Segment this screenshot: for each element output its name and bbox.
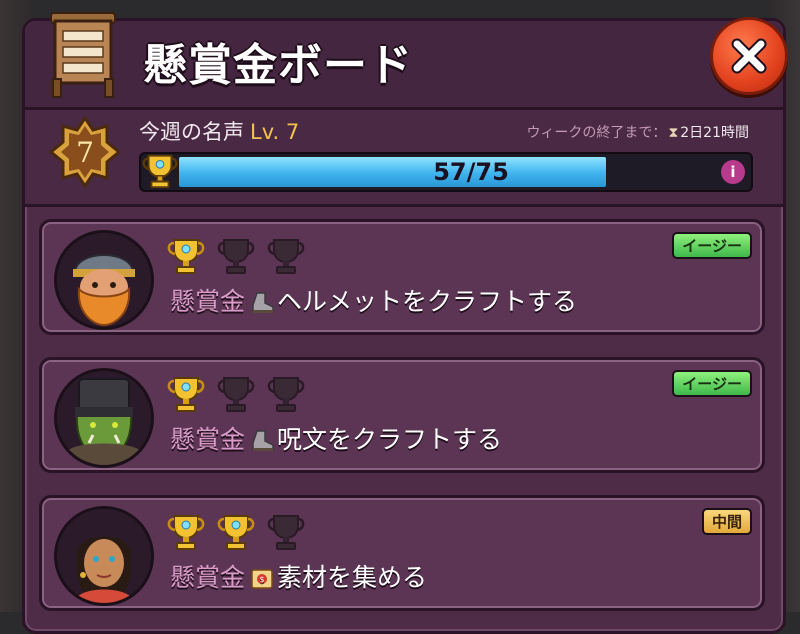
trophy-earned-icon	[167, 377, 205, 412]
difficulty-badge: イージー	[672, 370, 752, 397]
trophy-earned-icon	[167, 515, 205, 550]
weekly-fame-text: 今週の名声	[139, 120, 244, 144]
scroll-icon: $	[249, 567, 275, 591]
trophy-empty-icon	[267, 239, 305, 274]
page-title: 懸賞金ボード	[143, 40, 413, 91]
bounty-task: 懸賞金 ヘルメットをクラフトする	[170, 282, 577, 318]
close-button[interactable]	[710, 17, 788, 95]
bounty-list: イージー 懸賞金 ヘルメットをクラフトする イージー 懸賞金 呪文をクラフトする 中…	[39, 219, 769, 633]
difficulty-badge: 中間	[701, 508, 752, 535]
fame-progress-bar: 57/75 i	[139, 152, 753, 192]
trophy-empty-icon	[267, 377, 305, 412]
trophy-earned-icon	[167, 239, 205, 274]
bounty-task-text: 呪文をクラフトする	[277, 425, 503, 454]
weekly-fame-level: Lv. 7	[250, 120, 300, 144]
week-end-time: 2日21時間	[680, 125, 749, 141]
boot-icon	[249, 291, 275, 315]
dwarf-portrait	[54, 230, 154, 330]
orc-portrait	[54, 368, 154, 468]
boot-icon	[252, 430, 274, 451]
bounty-trophies	[164, 372, 308, 414]
scroll-icon: $	[251, 569, 273, 589]
bounty-task-text: ヘルメットをクラフトする	[277, 287, 578, 316]
fame-level-badge: 7	[49, 116, 121, 188]
panel-header: 懸賞金ボード	[25, 12, 788, 110]
trophy-earned-icon	[217, 515, 255, 550]
fame-progress-text: 57/75	[433, 158, 509, 186]
difficulty-badge: イージー	[672, 232, 752, 259]
bounty-task: 懸賞金 $ 素材を集める	[170, 558, 427, 594]
week-end-timer: ウィークの終了まで： ⧗ 2日21時間	[526, 122, 749, 142]
boot-icon	[252, 292, 274, 313]
week-end-label: ウィークの終了まで：	[526, 125, 667, 141]
bounty-card-2[interactable]: イージー 懸賞金 呪文をクラフトする	[39, 357, 765, 473]
bounty-prefix: 懸賞金	[170, 563, 246, 592]
trophy-empty-icon	[217, 239, 255, 274]
bounty-board-panel: 懸賞金ボード 7 今週の名声Lv. 7 ウィークの終了まで：⧗2日21時間	[22, 12, 788, 634]
trophy-empty-icon	[267, 515, 305, 550]
boot-icon	[249, 429, 275, 453]
trophy-empty-icon	[217, 377, 255, 412]
bounty-card-3[interactable]: 中間 懸賞金 $ 素材を集める	[39, 495, 765, 611]
bounty-task-text: 素材を集める	[277, 563, 428, 592]
bounty-trophies	[164, 510, 308, 552]
bounty-prefix: 懸賞金	[170, 425, 246, 454]
bounty-prefix: 懸賞金	[170, 287, 246, 316]
info-icon[interactable]: i	[721, 160, 745, 184]
hourglass-icon: ⧗	[668, 125, 679, 141]
bounty-card-1[interactable]: イージー 懸賞金 ヘルメットをクラフトする	[39, 219, 765, 335]
bounty-board-icon	[50, 12, 116, 98]
bounty-trophies	[164, 234, 308, 276]
bounty-task: 懸賞金 呪文をクラフトする	[170, 420, 502, 456]
weekly-fame-label: 今週の名声 Lv. 7	[139, 116, 299, 146]
trophy-icon	[142, 154, 178, 189]
weekly-fame-section: 7 今週の名声 Lv. 7 ウィークの終了まで： ⧗ 2日21時間 57/75 i	[25, 110, 783, 207]
fame-level-number: 7	[76, 136, 94, 169]
svg-text:$: $	[259, 575, 264, 584]
elf-portrait	[54, 506, 154, 606]
close-x-icon	[731, 38, 767, 74]
